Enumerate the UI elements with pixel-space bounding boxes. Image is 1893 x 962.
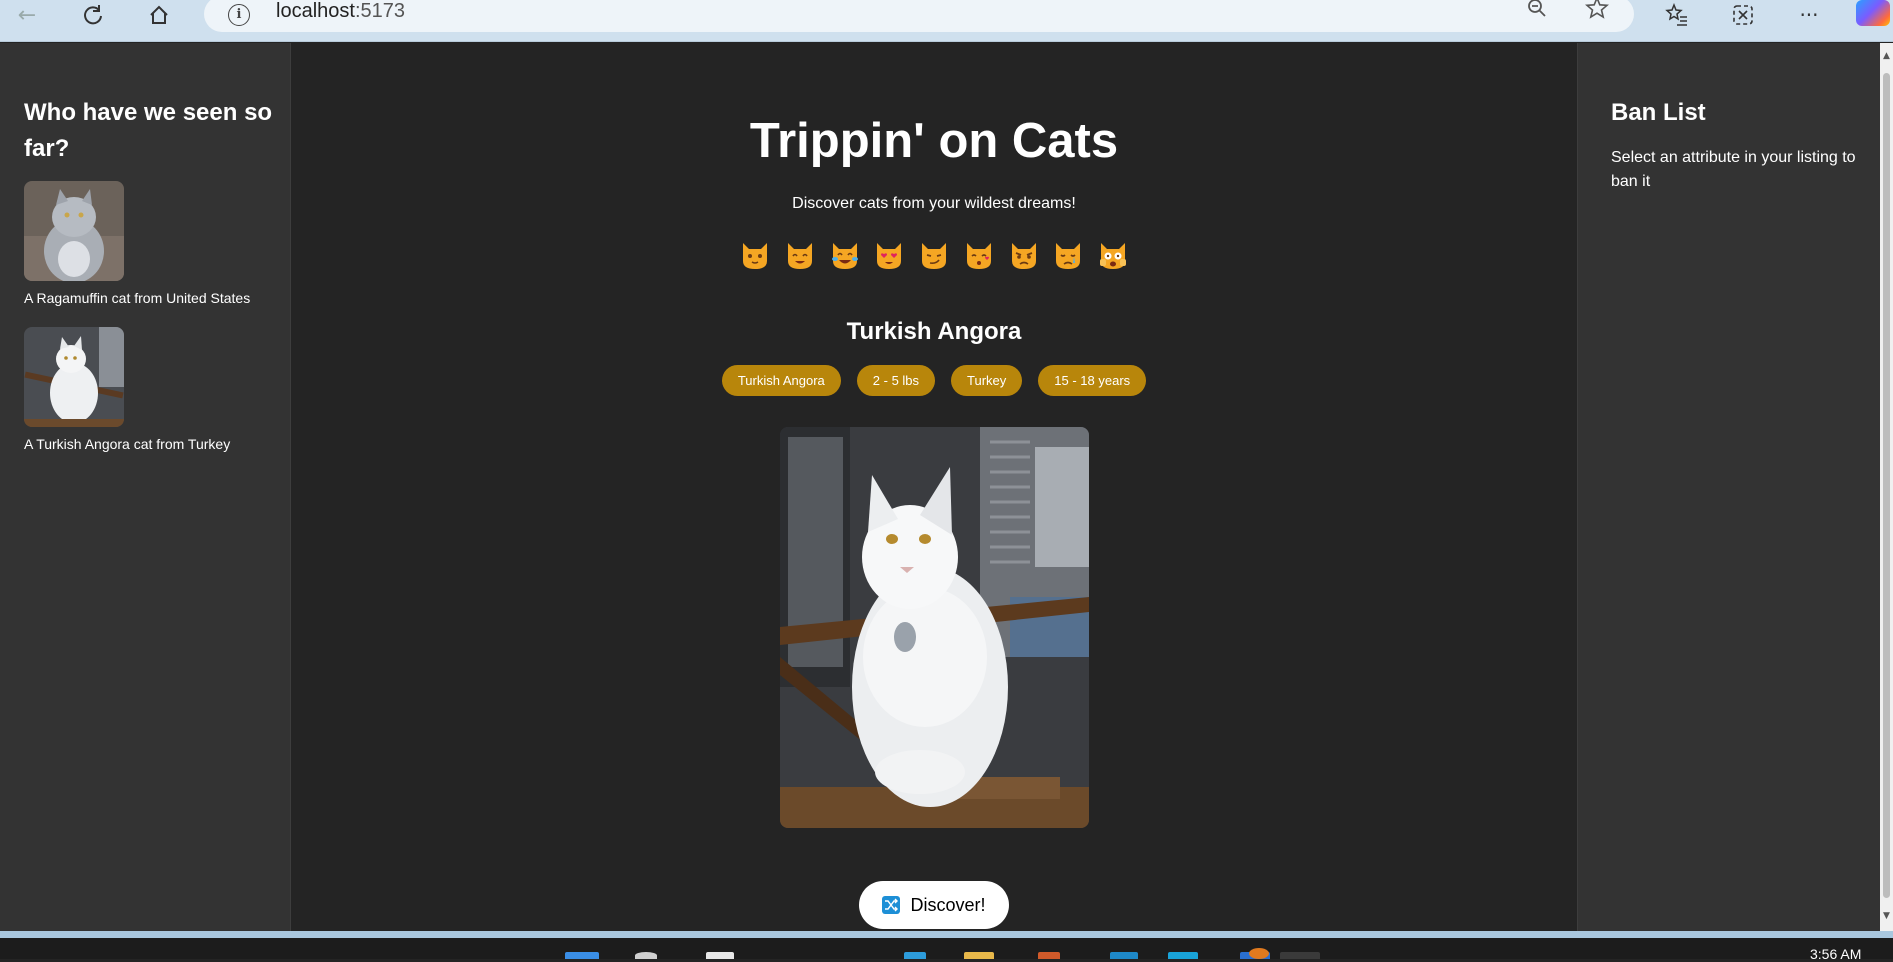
notification-badge-icon bbox=[1249, 948, 1269, 959]
favorite-star-icon[interactable] bbox=[1582, 0, 1612, 21]
site-info-icon[interactable]: i bbox=[228, 4, 250, 26]
grinning-cat-icon bbox=[787, 243, 812, 269]
cat-tears-of-joy-icon bbox=[831, 243, 858, 269]
page-scrollbar[interactable]: ▲ ▼ bbox=[1880, 43, 1893, 931]
home-icon[interactable] bbox=[144, 2, 174, 28]
page-title: Trippin' on Cats bbox=[749, 114, 1119, 168]
window-bottom-border bbox=[0, 931, 1893, 938]
cat-breed-name: Turkish Angora bbox=[846, 318, 1022, 345]
seen-history-panel: Who have we seen so far? A Ragamuffin ca… bbox=[0, 43, 291, 931]
vscode-icon[interactable] bbox=[1110, 952, 1138, 959]
scroll-down-icon[interactable]: ▼ bbox=[1881, 911, 1892, 921]
task-view-icon[interactable] bbox=[706, 952, 734, 959]
heart-eyes-cat-icon bbox=[877, 243, 902, 269]
edge-icon[interactable] bbox=[904, 952, 926, 959]
cat-photo bbox=[780, 427, 1089, 828]
back-arrow-icon[interactable]: ← bbox=[12, 2, 42, 28]
discover-button[interactable]: Discover! bbox=[859, 881, 1009, 929]
scroll-up-icon[interactable]: ▲ bbox=[1881, 51, 1892, 61]
attribute-chip-weight[interactable]: 2 - 5 lbs bbox=[856, 365, 936, 396]
weary-cat-icon bbox=[1100, 243, 1126, 269]
ragamuffin-thumbnail bbox=[24, 181, 124, 281]
cat-face-icon bbox=[743, 243, 767, 269]
browser-toolbar: ← i localhost:5173 ··· bbox=[0, 0, 1893, 42]
turkish-angora-thumbnail bbox=[24, 327, 124, 427]
scrollbar-thumb[interactable] bbox=[1883, 73, 1890, 898]
copilot-icon[interactable] bbox=[1856, 0, 1890, 26]
refresh-icon[interactable] bbox=[78, 2, 108, 28]
ban-list-panel: Ban List Select an attribute in your lis… bbox=[1577, 43, 1880, 931]
zoom-out-icon[interactable] bbox=[1522, 0, 1552, 21]
taskbar-clock: 3:56 AM bbox=[1810, 946, 1862, 962]
file-explorer-icon[interactable] bbox=[964, 952, 994, 959]
taskbar: 3:56 AM bbox=[0, 938, 1893, 962]
app-icon[interactable] bbox=[1038, 952, 1060, 959]
page-subtitle: Discover cats from your wildest dreams! bbox=[792, 195, 1076, 212]
attribute-chip-origin[interactable]: Turkey bbox=[951, 365, 1023, 396]
address-bar[interactable]: i localhost:5173 bbox=[204, 0, 1634, 32]
seen-item-caption: A Turkish Angora cat from Turkey bbox=[24, 436, 231, 452]
seen-item: A Ragamuffin cat from United States bbox=[24, 181, 250, 306]
seen-item: A Turkish Angora cat from Turkey bbox=[24, 327, 230, 452]
kissing-cat-icon bbox=[966, 243, 991, 269]
attribute-chip-lifespan[interactable]: 15 - 18 years bbox=[1038, 365, 1147, 396]
more-options-icon[interactable]: ··· bbox=[1794, 2, 1824, 28]
browser-icon[interactable] bbox=[1168, 952, 1198, 959]
start-icon[interactable] bbox=[565, 952, 599, 959]
seen-item-caption: A Ragamuffin cat from United States bbox=[24, 290, 251, 306]
discover-button-label: Discover! bbox=[910, 894, 986, 915]
crying-cat-icon bbox=[1056, 243, 1081, 269]
seen-history-heading: Who have we seen so far? bbox=[24, 99, 273, 162]
favorites-list-icon[interactable] bbox=[1662, 2, 1692, 28]
smirking-cat-icon bbox=[922, 243, 946, 269]
screenshot-icon[interactable] bbox=[1728, 2, 1758, 28]
active-window-icon[interactable] bbox=[1280, 952, 1320, 959]
url-text: localhost:5173 bbox=[276, 0, 405, 22]
shuffle-icon bbox=[882, 896, 901, 914]
attribute-chip-breed[interactable]: Turkish Angora bbox=[721, 365, 841, 396]
cat-emoji-row bbox=[739, 239, 1129, 279]
ban-list-description: Select an attribute in your listing to b… bbox=[1611, 149, 1856, 190]
attribute-chips: Turkish Angora 2 - 5 lbs Turkey 15 - 18 … bbox=[291, 365, 1577, 396]
page: Who have we seen so far? A Ragamuffin ca… bbox=[0, 43, 1880, 931]
main-content: Trippin' on Cats Discover cats from your… bbox=[291, 43, 1577, 931]
search-icon[interactable] bbox=[635, 952, 657, 959]
ban-list-heading: Ban List bbox=[1611, 99, 1706, 126]
pouting-cat-icon bbox=[1011, 243, 1036, 269]
